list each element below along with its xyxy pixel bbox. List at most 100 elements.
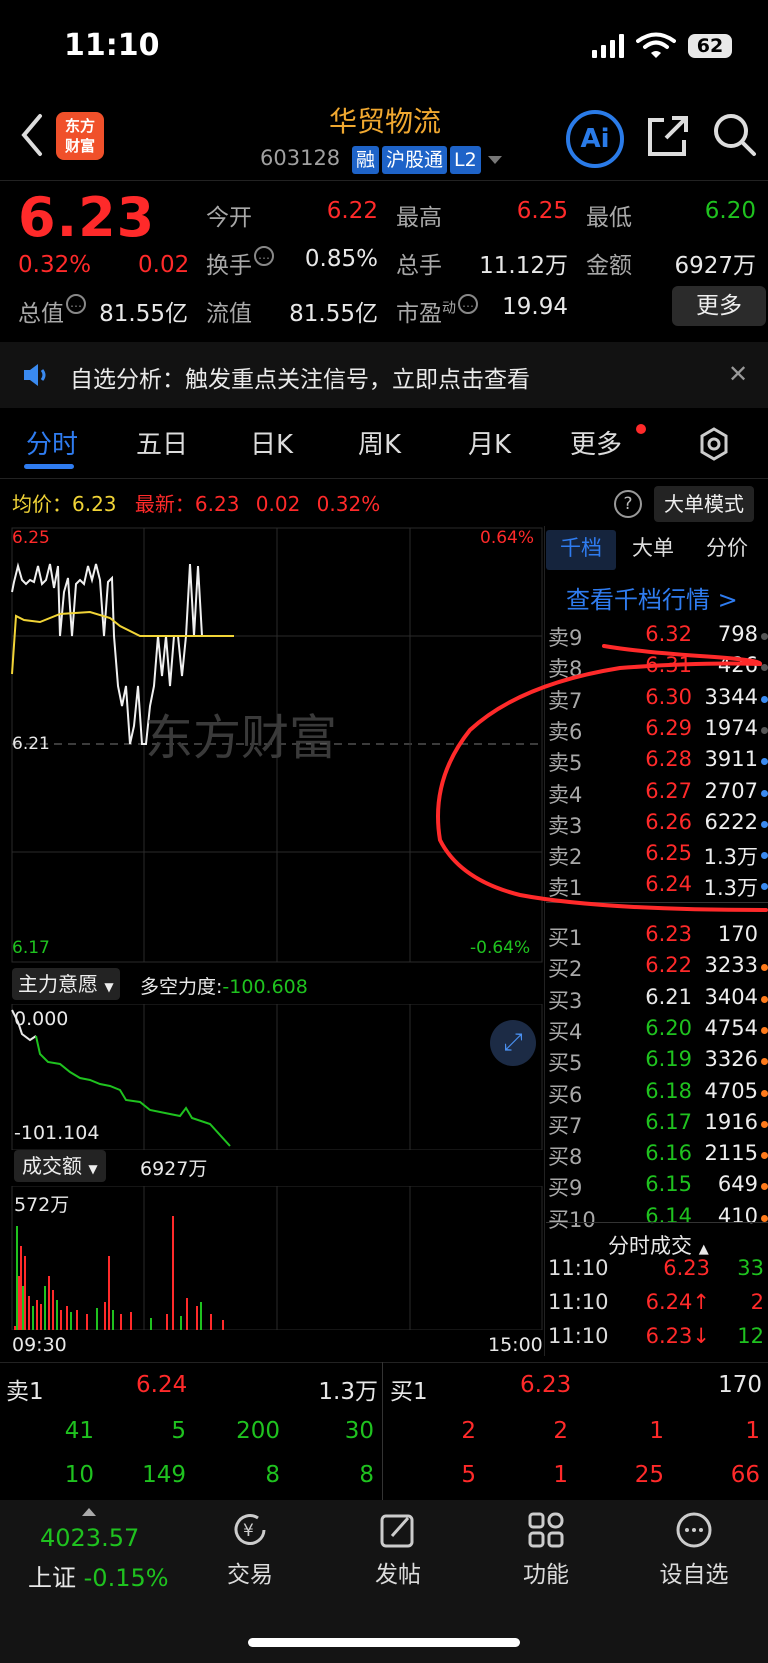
ask-row[interactable]: 卖2 6.25 1.3万 — [546, 841, 768, 872]
big-order-mode-button[interactable]: 大单模式 — [654, 486, 754, 522]
bid-row[interactable]: 买6 6.18 4705 — [546, 1079, 768, 1110]
summary-order-size: 2 — [553, 1418, 568, 1444]
nav-functions[interactable]: 功能 — [496, 1555, 596, 1589]
summary-order-size: 1 — [553, 1462, 568, 1488]
banner-text: 自选分析：触发重点关注信号，立即点击查看 — [70, 367, 530, 393]
help-icon[interactable]: ? — [614, 490, 642, 518]
ask-volume: 798 — [717, 622, 758, 646]
nav-post[interactable]: 发帖 — [348, 1555, 448, 1589]
bid-row[interactable]: 买1 6.23 170 — [546, 922, 768, 953]
ask-level: 卖4 — [548, 782, 583, 807]
bid-volume: 4754 — [704, 1015, 758, 1040]
ask-price: 6.32 — [645, 622, 692, 646]
bid-row[interactable]: 买8 6.16 2115 — [546, 1141, 768, 1172]
volume-selector[interactable]: 成交额 ▼ — [14, 1150, 106, 1182]
bid-row[interactable]: 买7 6.17 1916 — [546, 1110, 768, 1141]
bid-row[interactable]: 买9 6.15 649 — [546, 1172, 768, 1203]
ob-tab-big-order[interactable]: 大单 — [632, 532, 674, 562]
tab-intraday[interactable]: 分时 — [26, 424, 78, 461]
tab-daily-k[interactable]: 日K — [250, 424, 293, 461]
ask-row[interactable]: 卖9 6.32 798 — [546, 622, 768, 653]
post-icon[interactable] — [378, 1510, 418, 1550]
app-logo[interactable]: 东方 财富 — [56, 112, 104, 160]
bid-level: 买1 — [548, 926, 583, 950]
ask-row[interactable]: 卖6 6.29 1974 — [546, 716, 768, 747]
indicator-selector[interactable]: 主力意愿 ▼ — [12, 968, 120, 1000]
summary-order-size: 30 — [344, 1418, 374, 1444]
volume-chart[interactable] — [0, 1186, 544, 1330]
order-dot — [761, 852, 768, 860]
ask-row[interactable]: 卖5 6.28 3911 — [546, 747, 768, 778]
bid-row[interactable]: 买5 6.19 3326 — [546, 1047, 768, 1078]
info-icon[interactable]: … — [66, 294, 86, 314]
order-dot — [761, 1120, 768, 1128]
bid-row[interactable]: 买3 6.21 3404 — [546, 985, 768, 1016]
home-indicator[interactable] — [248, 1638, 520, 1647]
trade-icon[interactable]: ¥ — [230, 1510, 270, 1550]
ai-button[interactable]: Ai — [566, 110, 624, 168]
summary-order-size: 1 — [649, 1418, 664, 1444]
pct-axis-bottom: -0.64% — [470, 938, 531, 958]
nav-trade[interactable]: 交易 — [200, 1555, 300, 1589]
search-icon[interactable] — [712, 112, 758, 158]
tab-more[interactable]: 更多 — [570, 424, 622, 461]
share-icon[interactable] — [646, 114, 690, 158]
ask-row[interactable]: 卖8 6.31 426 — [546, 653, 768, 684]
pe-value: 19.94 — [502, 294, 568, 320]
expand-icon[interactable]: ⤢ — [490, 1020, 536, 1066]
ask-level: 卖9 — [548, 626, 583, 650]
summary-buy-label: 买1 — [390, 1379, 428, 1405]
close-icon[interactable]: ✕ — [728, 360, 748, 388]
change-percent: 0.32% — [18, 252, 92, 278]
ask-row[interactable]: 卖4 6.27 2707 — [546, 779, 768, 810]
volume-bar — [70, 1312, 72, 1330]
order-dot — [761, 1089, 768, 1097]
nav-add-watchlist[interactable]: 设自选 — [644, 1555, 744, 1589]
index-value[interactable]: 4023.57 — [40, 1524, 139, 1552]
bid-price: 6.15 — [645, 1172, 692, 1197]
summary-order-size: 200 — [236, 1418, 280, 1444]
ask-volume: 3344 — [704, 684, 758, 709]
ask-row[interactable]: 卖7 6.30 3344 — [546, 685, 768, 716]
bid-row[interactable]: 买4 6.20 4754 — [546, 1016, 768, 1047]
ob-tab-depth[interactable]: 千档 — [560, 532, 602, 562]
volume-bar — [76, 1310, 78, 1330]
volume-bar — [150, 1318, 152, 1330]
ask-price: 6.28 — [645, 747, 692, 772]
more-button[interactable]: 更多 — [672, 286, 766, 326]
info-icon[interactable]: … — [254, 246, 274, 266]
order-dot — [761, 1152, 768, 1160]
bid-price: 6.22 — [645, 953, 692, 978]
price-chart[interactable]: 东方财富 — [0, 526, 544, 964]
volume-bar — [60, 1310, 62, 1330]
grid-icon[interactable] — [526, 1510, 566, 1550]
tab-monthly-k[interactable]: 月K — [468, 424, 511, 461]
tab-weekly-k[interactable]: 周K — [358, 424, 401, 461]
order-dot — [761, 1026, 768, 1034]
more-dots-icon[interactable] — [674, 1510, 714, 1550]
bid-volume: 170 — [717, 922, 758, 946]
bid-row[interactable]: 买2 6.22 3233 — [546, 953, 768, 984]
tab-five-day[interactable]: 五日 — [136, 424, 188, 461]
back-icon[interactable] — [18, 112, 44, 158]
info-icon[interactable]: … — [458, 294, 478, 314]
settings-icon[interactable] — [696, 426, 732, 462]
index-summary[interactable]: 上证 -0.15% — [28, 1558, 169, 1593]
ask-row[interactable]: 卖3 6.26 6222 — [546, 810, 768, 841]
volume-axis-max: 572万 — [14, 1194, 70, 1216]
ob-tab-price-dist[interactable]: 分价 — [706, 532, 748, 562]
order-dot — [761, 664, 768, 672]
chevron-down-icon[interactable] — [488, 156, 502, 164]
ask-row[interactable]: 卖1 6.24 1.3万 — [546, 872, 768, 903]
stock-name[interactable]: 华贸物流 — [260, 100, 510, 140]
summary-order-size: 10 — [64, 1462, 94, 1488]
bid-price: 6.18 — [645, 1078, 692, 1103]
view-depth-link[interactable]: 查看千档行情 > — [566, 580, 738, 615]
index-expand-icon[interactable] — [82, 1508, 96, 1516]
tick-price: 6.23↓ — [645, 1324, 710, 1348]
ask-price: 6.31 — [645, 653, 692, 678]
summary-order-size: 5 — [461, 1462, 476, 1488]
volume-bar — [28, 1296, 30, 1330]
order-dot — [761, 726, 768, 734]
level2-tag: L2 — [450, 146, 481, 174]
